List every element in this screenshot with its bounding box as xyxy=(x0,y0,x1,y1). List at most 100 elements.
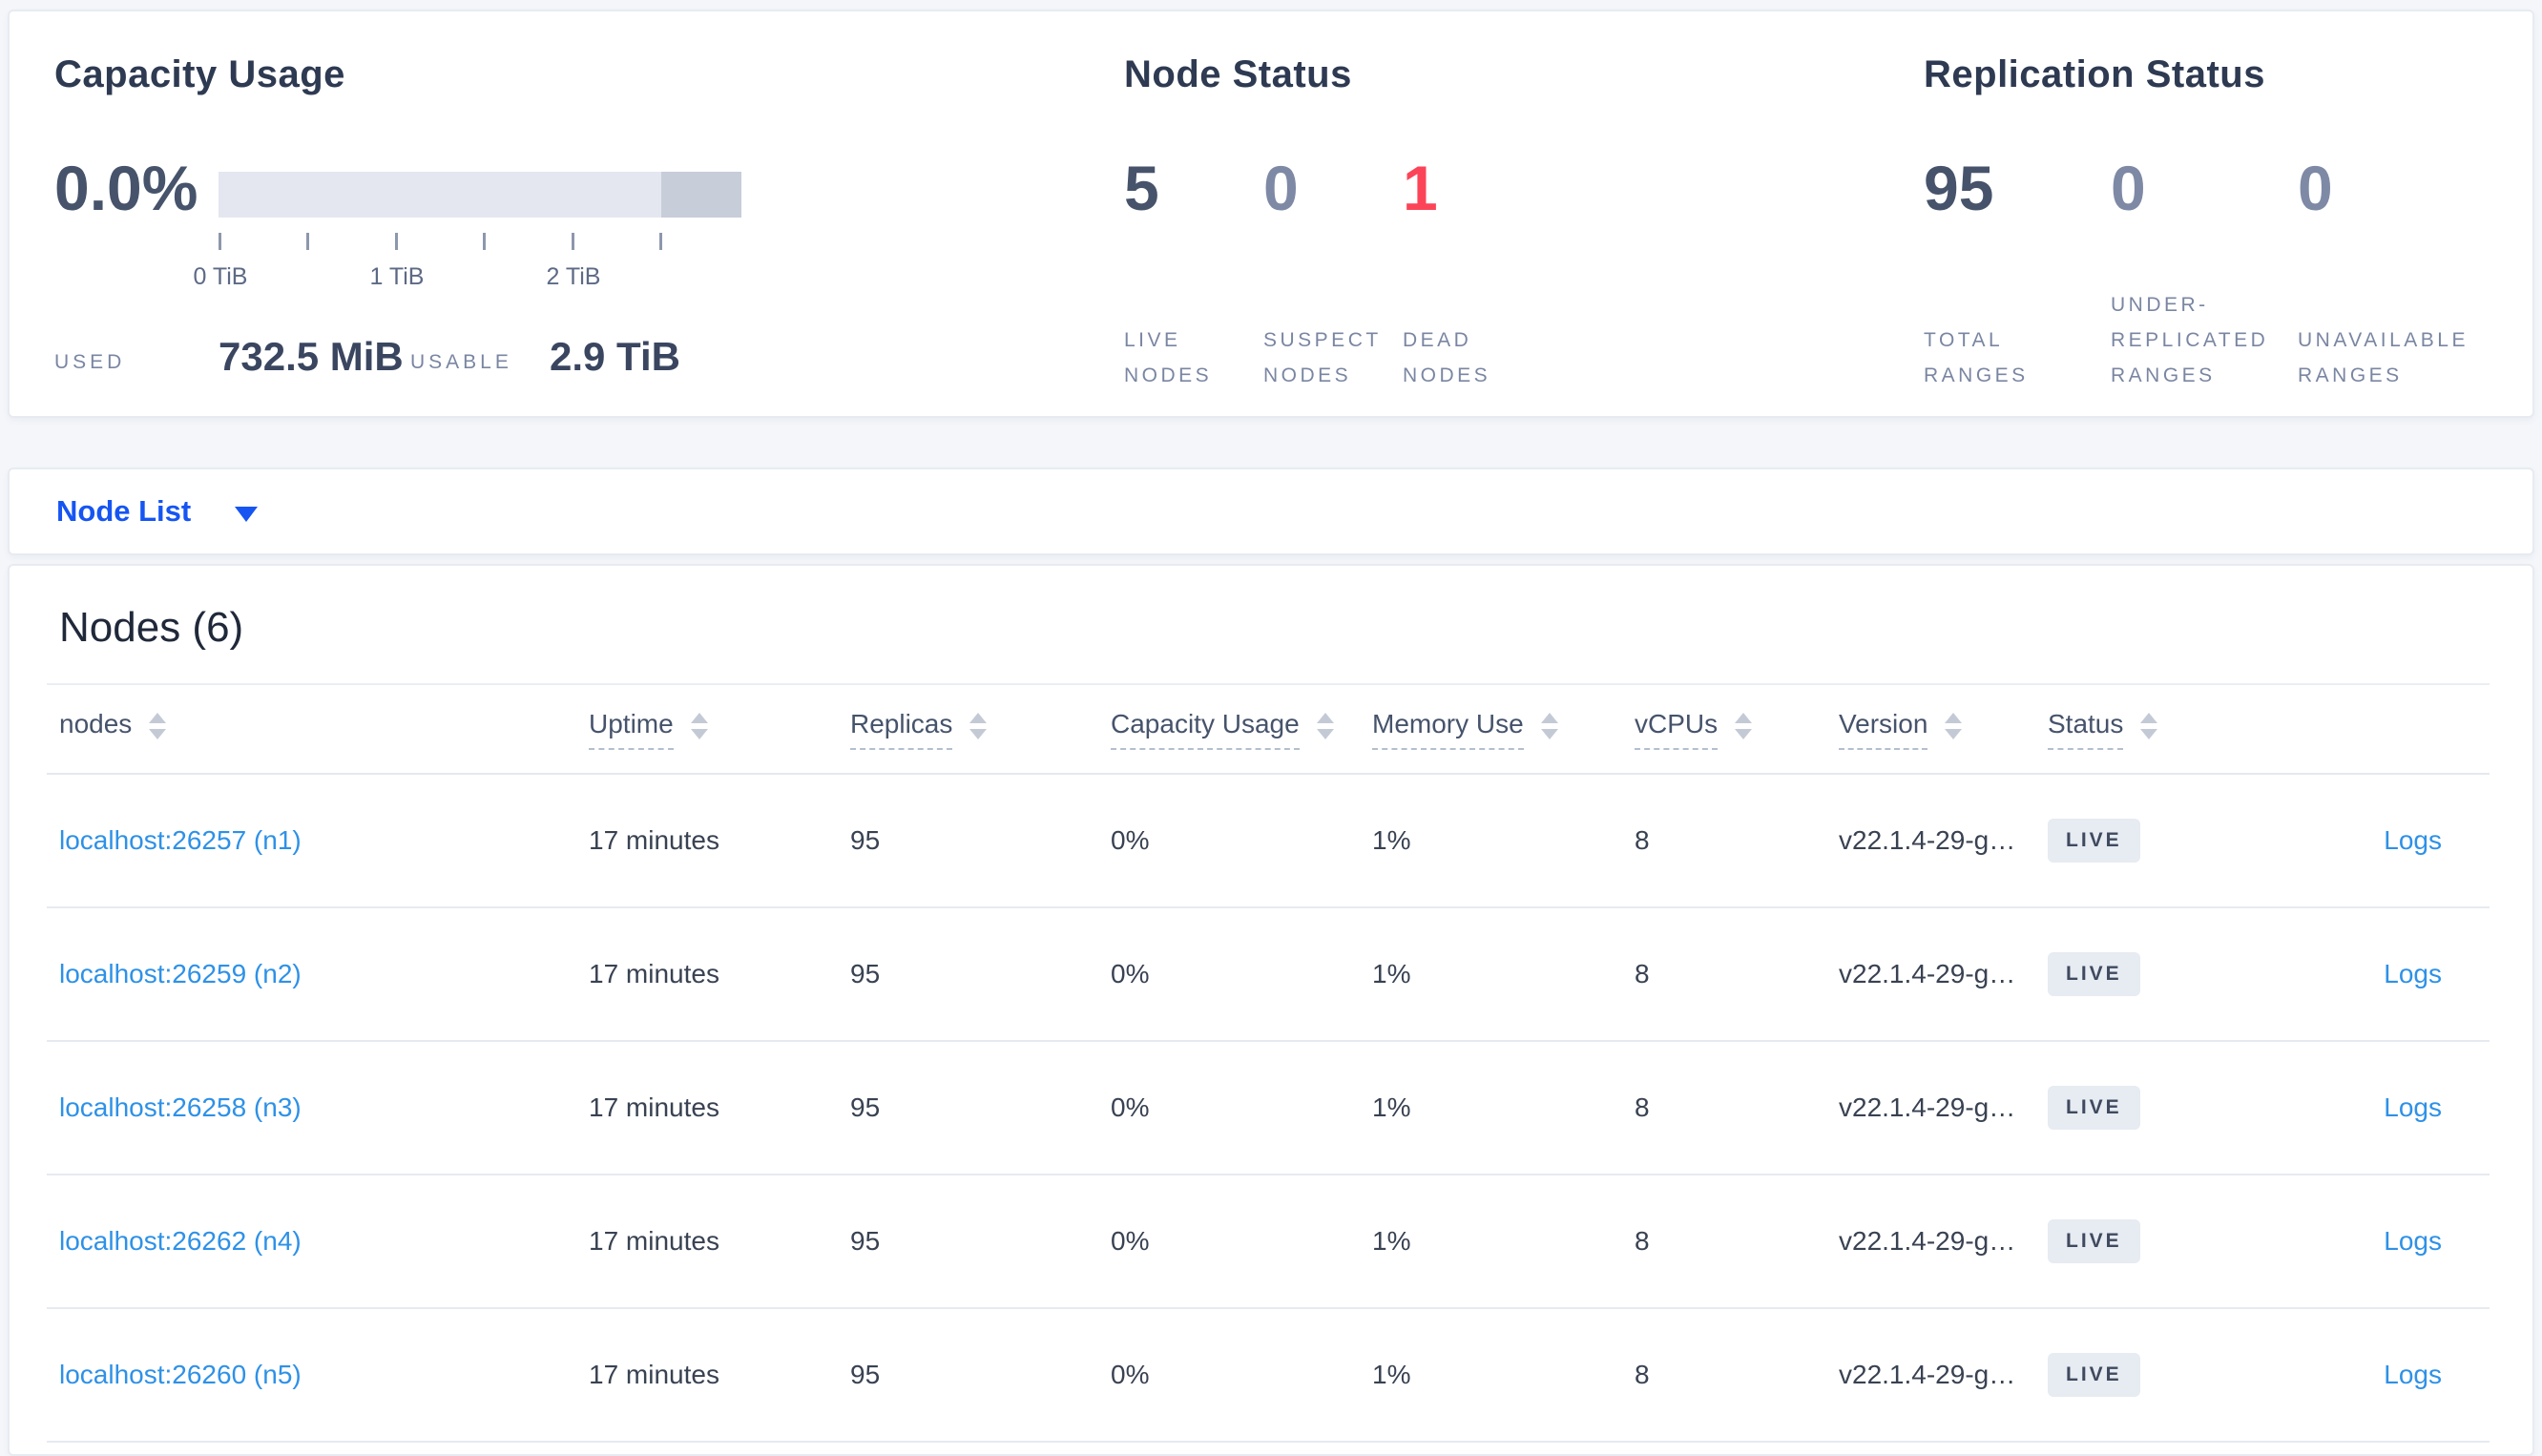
node-link[interactable]: localhost:26257 (n1) xyxy=(59,825,302,855)
logs-link[interactable]: Logs xyxy=(2384,1092,2442,1122)
column-header-replicas[interactable]: Replicas xyxy=(850,709,1111,750)
replication-stat: 0 UNDER-REPLICATED RANGES xyxy=(2111,156,2298,393)
nodes-table: nodes Uptime Replicas Capacity Usage Memory … xyxy=(47,683,2490,1443)
node-status-stat-value: 5 xyxy=(1124,153,1159,223)
sort-up-icon xyxy=(1316,713,1334,723)
nodes-table-card: Nodes (6) nodes Uptime Replicas Capacity Us… xyxy=(8,564,2534,1456)
node-cell: localhost:26258 (n3) xyxy=(47,1092,589,1123)
logs-cell: Logs xyxy=(2254,825,2490,856)
column-header-version[interactable]: Version xyxy=(1839,709,2048,750)
cluster-summary-card: Capacity Usage 0.0% 0 TiB 1 TiB 2 TiB US… xyxy=(8,10,2534,418)
column-header-memory-use[interactable]: Memory Use xyxy=(1372,709,1635,750)
table-body: localhost:26257 (n1) 17 minutes 95 0% 1% 8 v22… xyxy=(47,775,2490,1443)
vcpus-cell: 8 xyxy=(1635,1226,1650,1256)
node-status-stat: 0 SUSPECT NODES xyxy=(1263,156,1403,393)
sort-down-icon xyxy=(690,729,708,739)
column-header-capacity-usage[interactable]: Capacity Usage xyxy=(1111,709,1372,750)
uptime-cell: 17 minutes xyxy=(589,1226,719,1256)
uptime-cell: 17 minutes xyxy=(589,1360,719,1389)
usable-value: 2.9 TiB xyxy=(550,334,680,379)
version-cell: v22.1.4-29-g… xyxy=(1839,959,2016,988)
axis-tick xyxy=(659,233,662,250)
sort-up-icon xyxy=(969,713,988,723)
column-header-status[interactable]: Status xyxy=(2048,709,2254,750)
node-link[interactable]: localhost:26259 (n2) xyxy=(59,959,302,988)
sort-down-icon xyxy=(1540,729,1558,739)
sort-arrows-icon xyxy=(1540,713,1558,739)
status-cell: LIVE xyxy=(2048,1086,2254,1130)
capacity-usage-cell: 0% xyxy=(1111,1360,1150,1389)
capacity-usage-cell: 0% xyxy=(1111,1226,1150,1256)
live-status-badge: LIVE xyxy=(2048,819,2140,863)
table-row: localhost:26260 (n5) 17 minutes 95 0% 1% 8 v22… xyxy=(47,1309,2490,1443)
column-header-nodes[interactable]: nodes xyxy=(47,709,589,750)
axis-tick xyxy=(306,233,309,250)
sort-down-icon xyxy=(969,729,988,739)
logs-link[interactable]: Logs xyxy=(2384,1360,2442,1389)
replication-stat-label: TOTAL RANGES xyxy=(1924,329,2029,386)
memory-use-cell: 1% xyxy=(1372,959,1411,988)
logs-cell: Logs xyxy=(2254,1092,2490,1123)
sort-down-icon xyxy=(1735,729,1753,739)
vcpus-cell: 8 xyxy=(1635,959,1650,988)
replication-stat-label: UNDER-REPLICATED RANGES xyxy=(2111,294,2269,386)
sort-up-icon xyxy=(1945,713,1963,723)
live-status-badge: LIVE xyxy=(2048,1353,2140,1397)
node-link[interactable]: localhost:26260 (n5) xyxy=(59,1360,302,1389)
memory-use-cell: 1% xyxy=(1372,1226,1411,1256)
logs-link[interactable]: Logs xyxy=(2384,959,2442,988)
node-status-stat-label: DEAD NODES xyxy=(1403,329,1491,386)
used-label: USED xyxy=(54,351,126,373)
version-cell: v22.1.4-29-g… xyxy=(1839,1226,2016,1256)
replicas-cell: 95 xyxy=(850,1226,881,1256)
node-list-dropdown[interactable]: Node List xyxy=(56,494,259,529)
table-row: localhost:26262 (n4) 17 minutes 95 0% 1% 8 v22… xyxy=(47,1175,2490,1309)
replication-stat-value: 0 xyxy=(2111,153,2146,223)
memory-use-cell: 1% xyxy=(1372,1092,1411,1122)
version-cell: v22.1.4-29-g… xyxy=(1839,825,2016,855)
uptime-cell: 17 minutes xyxy=(589,825,719,855)
axis-tick-label: 1 TiB xyxy=(369,263,425,290)
live-status-badge: LIVE xyxy=(2048,1219,2140,1263)
replication-stat-value: 95 xyxy=(1924,153,1994,223)
node-link[interactable]: localhost:26262 (n4) xyxy=(59,1226,302,1256)
node-status-stat-label: LIVE NODES xyxy=(1124,329,1213,386)
node-status-title: Node Status xyxy=(1124,53,1352,95)
node-cell: localhost:26262 (n4) xyxy=(47,1226,589,1257)
axis-tick xyxy=(395,233,398,250)
used-value: 732.5 MiB xyxy=(219,334,404,379)
axis-tick-label: 2 TiB xyxy=(546,263,601,290)
table-row: localhost:26258 (n3) 17 minutes 95 0% 1% 8 v22… xyxy=(47,1042,2490,1175)
column-header-label: Replicas xyxy=(850,709,953,750)
node-status-stat: 1 DEAD NODES xyxy=(1403,156,1542,393)
table-row: localhost:26257 (n1) 17 minutes 95 0% 1% 8 v22… xyxy=(47,775,2490,908)
live-status-badge: LIVE xyxy=(2048,1086,2140,1130)
column-header-uptime[interactable]: Uptime xyxy=(589,709,850,750)
usable-label: USABLE xyxy=(410,351,512,373)
logs-link[interactable]: Logs xyxy=(2384,825,2442,855)
sort-arrows-icon xyxy=(149,713,167,739)
live-status-badge: LIVE xyxy=(2048,952,2140,996)
sort-down-icon xyxy=(149,729,167,739)
node-cell: localhost:26257 (n1) xyxy=(47,825,589,856)
sort-arrows-icon xyxy=(2140,713,2158,739)
column-header-label: Uptime xyxy=(589,709,674,750)
logs-cell: Logs xyxy=(2254,1226,2490,1257)
column-header-label: Status xyxy=(2048,709,2124,750)
axis-tick xyxy=(219,233,221,250)
capacity-percent-value: 0.0% xyxy=(54,153,198,223)
replication-stat-value: 0 xyxy=(2298,153,2333,223)
axis-tick xyxy=(483,233,486,250)
replication-status-title: Replication Status xyxy=(1924,53,2265,95)
version-cell: v22.1.4-29-g… xyxy=(1839,1360,2016,1389)
column-header-label: Capacity Usage xyxy=(1111,709,1300,750)
node-link[interactable]: localhost:26258 (n3) xyxy=(59,1092,302,1122)
status-cell: LIVE xyxy=(2048,1219,2254,1263)
status-cell: LIVE xyxy=(2048,952,2254,996)
replication-stat: 95 TOTAL RANGES xyxy=(1924,156,2111,393)
memory-use-cell: 1% xyxy=(1372,825,1411,855)
logs-link[interactable]: Logs xyxy=(2384,1226,2442,1256)
sort-up-icon xyxy=(2140,713,2158,723)
column-header-vcpus[interactable]: vCPUs xyxy=(1635,709,1839,750)
capacity-usage-cell: 0% xyxy=(1111,1092,1150,1122)
